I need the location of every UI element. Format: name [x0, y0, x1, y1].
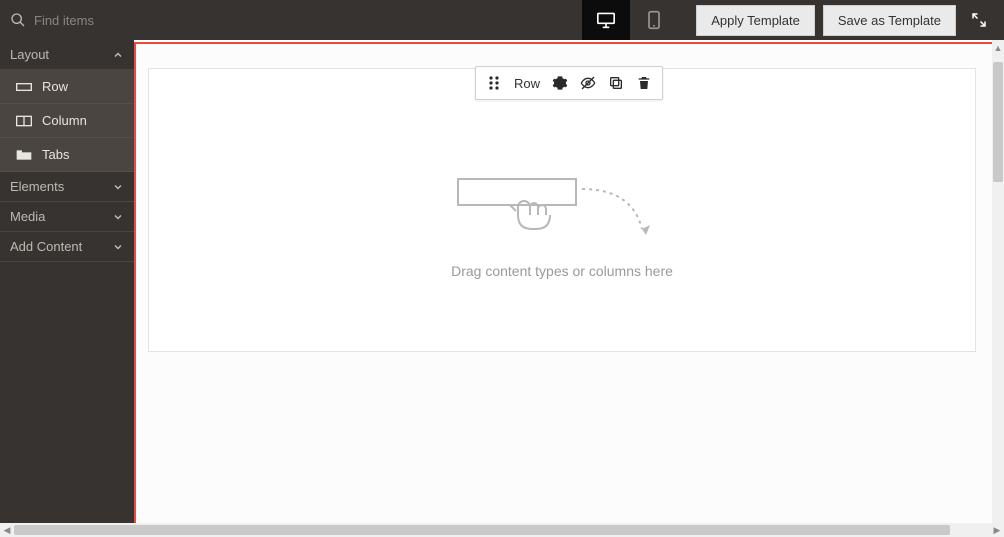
row-toolbar-label: Row [514, 76, 540, 91]
search-wrap [0, 12, 230, 28]
row-icon [16, 81, 32, 93]
sidebar-section-elements[interactable]: Elements [0, 172, 134, 202]
topbar: Apply Template Save as Template [0, 0, 1004, 40]
canvas: ▲ ▼ Row [134, 40, 1004, 537]
app-root: Apply Template Save as Template Layout R… [0, 0, 1004, 537]
sidebar-section-label: Layout [10, 47, 49, 62]
scroll-up-icon[interactable]: ▲ [992, 42, 1004, 54]
chevron-down-icon [112, 241, 124, 253]
sidebar: Layout Row Column Tabs Elements Media [0, 40, 134, 537]
sidebar-item-column[interactable]: Column [0, 104, 134, 138]
drop-hint-text: Drag content types or columns here [149, 263, 975, 279]
sidebar-section-label: Media [10, 209, 45, 224]
horizontal-scrollbar[interactable]: ◀ ▶ [0, 523, 1004, 537]
horizontal-scroll-track[interactable] [14, 525, 990, 535]
duplicate-icon[interactable] [608, 75, 624, 91]
trash-icon[interactable] [636, 75, 652, 91]
sidebar-item-label: Column [42, 113, 87, 128]
vertical-scroll-thumb[interactable] [993, 62, 1003, 182]
sidebar-item-label: Tabs [42, 147, 69, 162]
apply-template-button[interactable]: Apply Template [696, 5, 815, 36]
sidebar-item-tabs[interactable]: Tabs [0, 138, 134, 172]
sidebar-item-row[interactable]: Row [0, 70, 134, 104]
search-input[interactable] [34, 13, 194, 28]
sidebar-item-label: Row [42, 79, 68, 94]
sidebar-section-add-content[interactable]: Add Content [0, 232, 134, 262]
column-icon [16, 115, 32, 127]
horizontal-scroll-thumb[interactable] [14, 525, 950, 535]
scroll-left-icon[interactable]: ◀ [0, 525, 14, 536]
row-dropzone[interactable]: Drag content types or columns here [148, 68, 976, 352]
tabs-icon [16, 149, 32, 161]
sidebar-section-label: Elements [10, 179, 64, 194]
mobile-icon [647, 10, 661, 30]
chevron-up-icon [112, 49, 124, 61]
chevron-down-icon [112, 181, 124, 193]
sidebar-section-layout[interactable]: Layout [0, 40, 134, 70]
drag-handle-icon[interactable] [486, 75, 502, 91]
sidebar-section-label: Add Content [10, 239, 82, 254]
chevron-down-icon [112, 211, 124, 223]
gear-icon[interactable] [552, 75, 568, 91]
scroll-right-icon[interactable]: ▶ [990, 525, 1004, 536]
device-toggles [582, 0, 678, 40]
device-desktop-button[interactable] [582, 0, 630, 40]
vertical-scrollbar[interactable]: ▲ ▼ [992, 40, 1004, 537]
row-toolbar: Row [475, 66, 663, 100]
sidebar-section-media[interactable]: Media [0, 202, 134, 232]
drop-illustration [149, 175, 975, 245]
save-as-template-button[interactable]: Save as Template [823, 5, 956, 36]
body: Layout Row Column Tabs Elements Media [0, 40, 1004, 537]
desktop-icon [596, 11, 616, 29]
search-icon [10, 12, 26, 28]
fullscreen-icon[interactable] [970, 11, 988, 29]
device-mobile-button[interactable] [630, 0, 678, 40]
hide-icon[interactable] [580, 75, 596, 91]
top-actions: Apply Template Save as Template [678, 5, 1004, 36]
